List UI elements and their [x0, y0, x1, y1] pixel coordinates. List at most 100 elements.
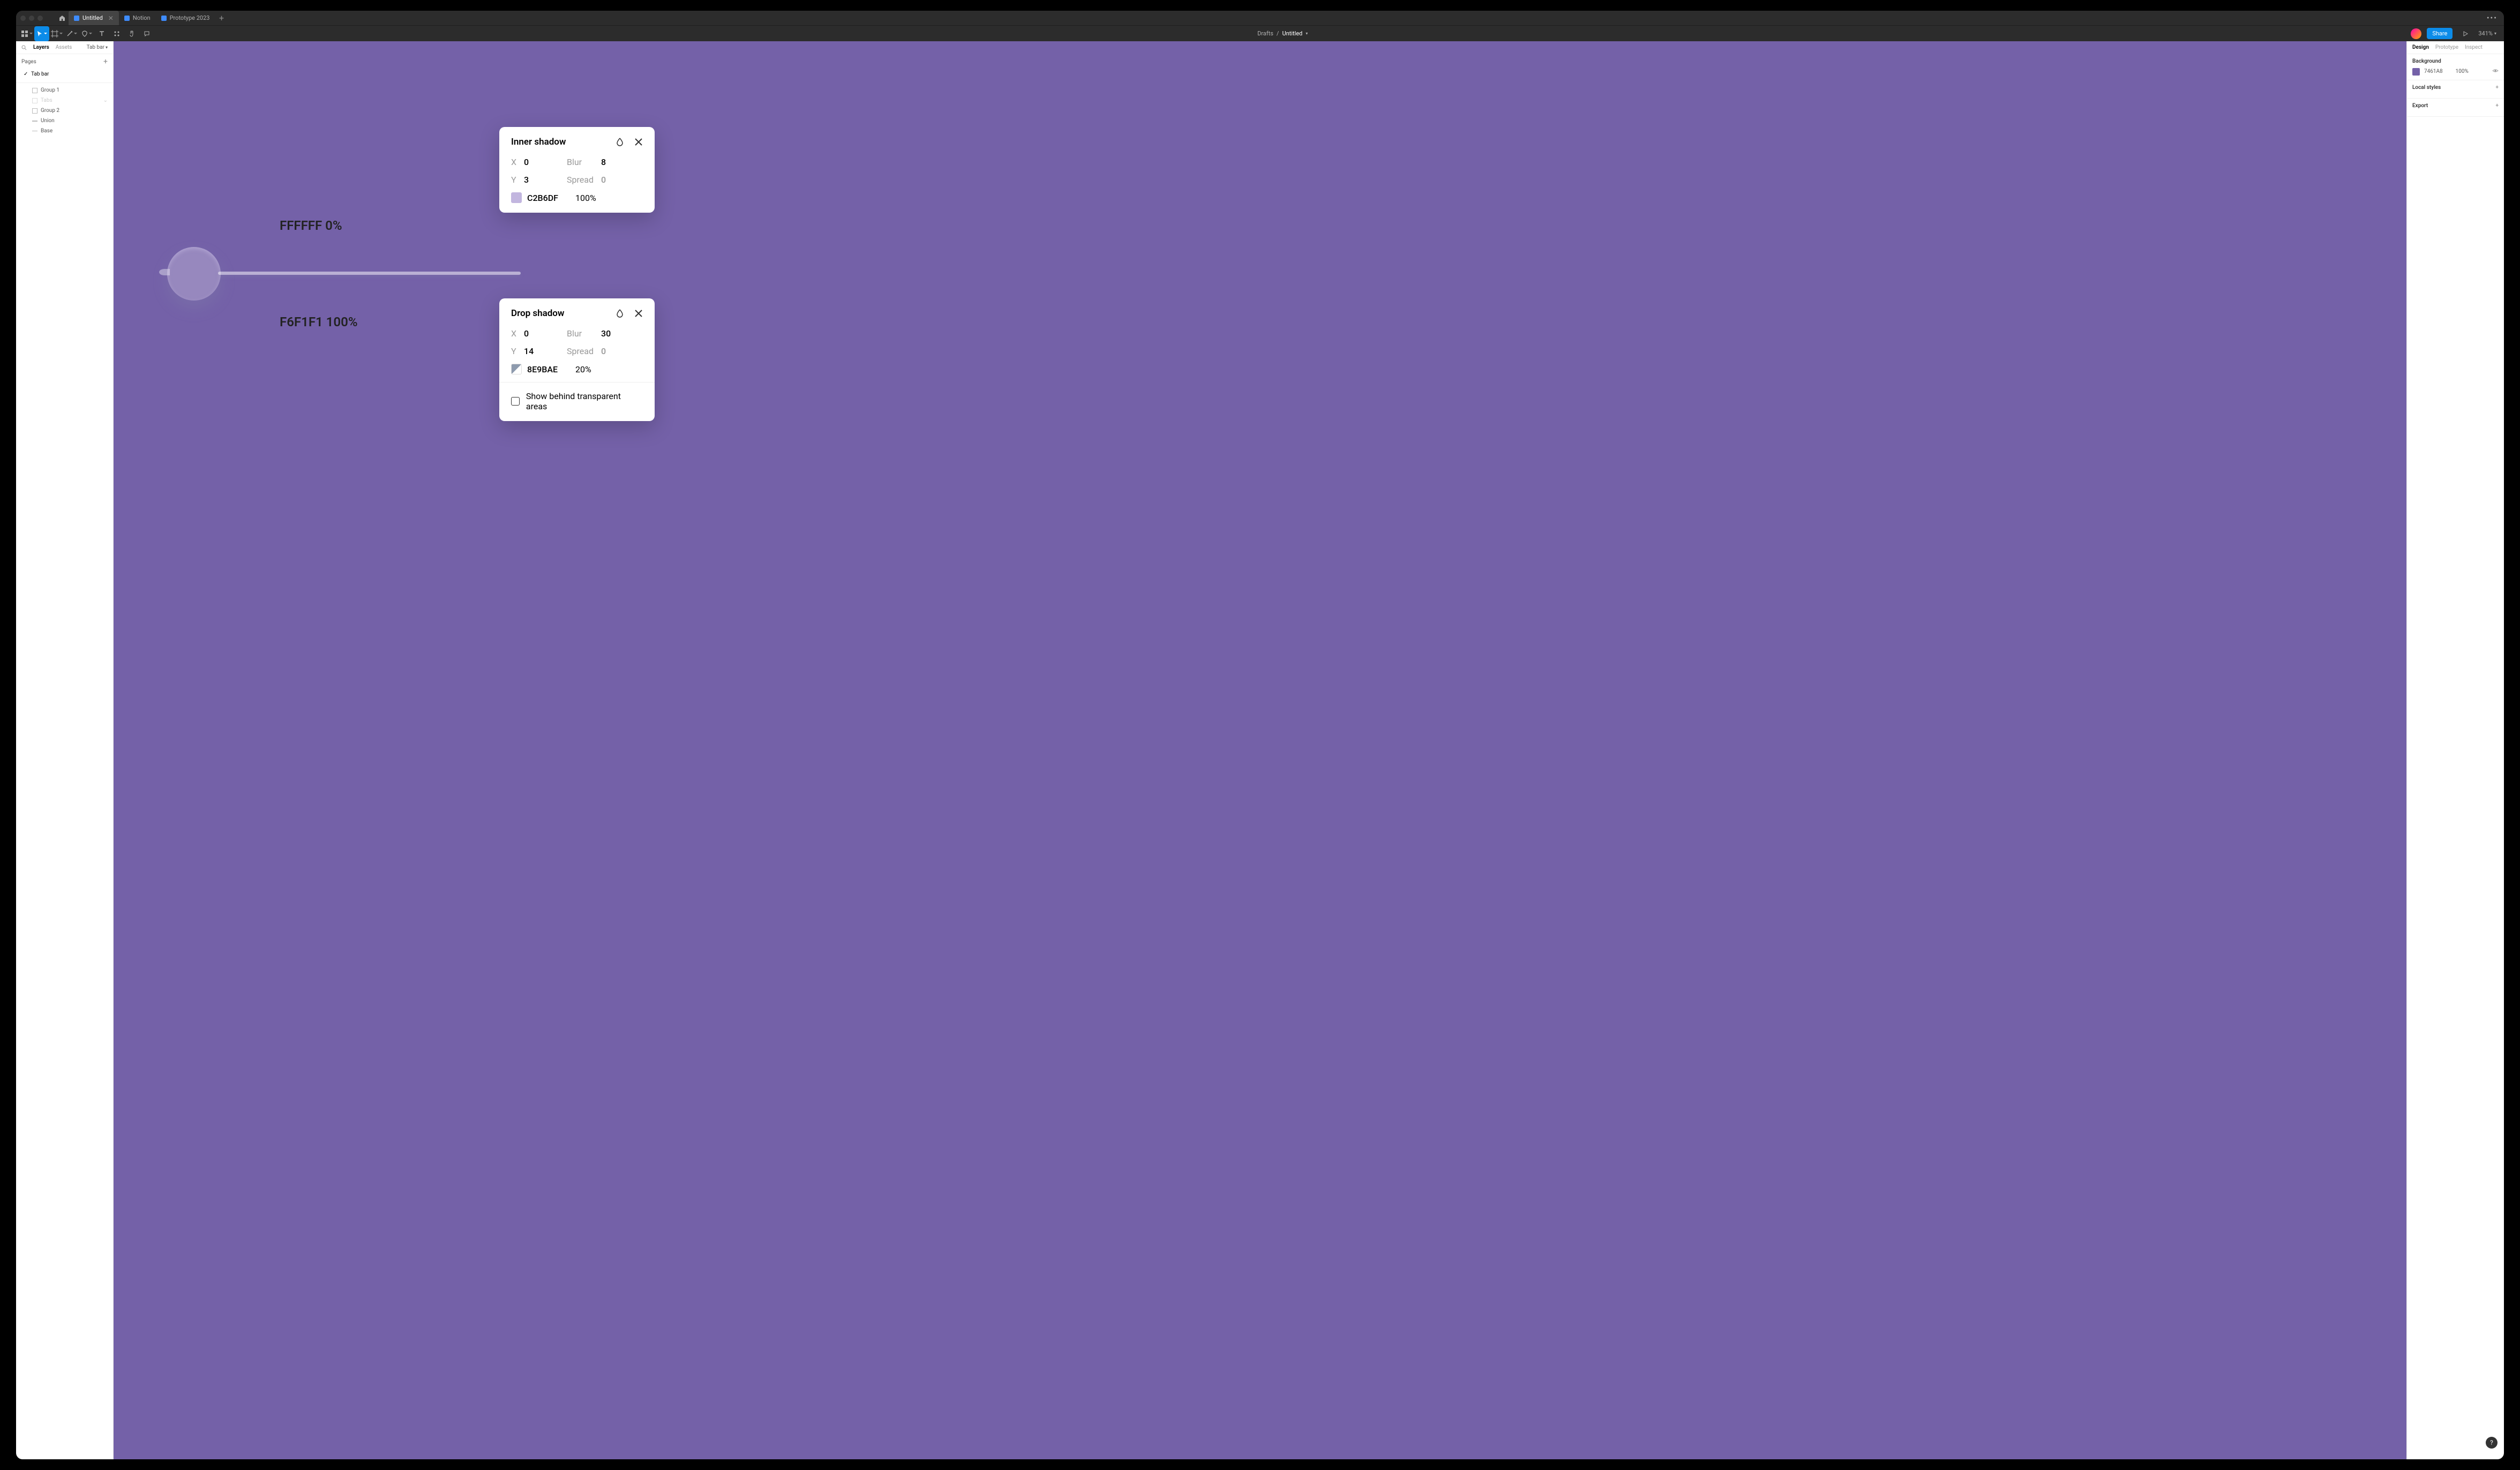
drop-shadow-panel: Drop shadow X 0 Blur 30 Y 14 Spread	[499, 298, 655, 421]
canvas-shape[interactable]	[146, 239, 515, 293]
opacity-input[interactable]: 20%	[575, 364, 591, 374]
line-icon	[32, 129, 38, 134]
add-page-button[interactable]: +	[103, 57, 108, 66]
close-icon[interactable]	[634, 138, 643, 146]
x-label: X	[511, 157, 524, 167]
opacity-input[interactable]: 100%	[575, 193, 596, 203]
add-export-button[interactable]: +	[2496, 103, 2499, 109]
search-icon[interactable]	[21, 45, 27, 50]
show-behind-checkbox[interactable]	[511, 397, 520, 406]
spread-input[interactable]: 0	[601, 175, 606, 185]
chevron-down-icon[interactable]: ▾	[1306, 31, 1308, 36]
x-input[interactable]: 0	[524, 157, 567, 167]
add-style-button[interactable]: +	[2496, 85, 2499, 91]
y-input[interactable]: 3	[524, 175, 567, 185]
page-item[interactable]: ✓ Tab bar	[16, 69, 113, 79]
canvas-fill-label-top: FFFFFF 0%	[280, 218, 342, 233]
maximize-light[interactable]	[38, 16, 43, 21]
color-input[interactable]: C2B6DF	[527, 193, 575, 203]
blend-icon[interactable]	[615, 137, 625, 147]
more-menu-icon[interactable]: •••	[2487, 14, 2498, 22]
pen-tool[interactable]	[64, 26, 79, 41]
x-label: X	[511, 328, 524, 339]
present-button[interactable]	[2458, 26, 2473, 41]
checkbox-label: Show behind transparent areas	[526, 391, 643, 411]
canvas[interactable]: FFFFFF 0% F6F1F1 100% Inner shadow X	[114, 41, 2406, 1459]
section-title: Export	[2412, 103, 2428, 109]
layer-item[interactable]: Tabs ⌄	[16, 95, 113, 106]
layer-item[interactable]: Group 2	[16, 106, 113, 116]
shape-tool[interactable]	[79, 26, 94, 41]
layer-item[interactable]: Union	[16, 116, 113, 126]
color-swatch[interactable]	[511, 192, 522, 203]
help-button[interactable]: ?	[2486, 1437, 2498, 1449]
union-icon	[32, 118, 38, 124]
file-icon	[124, 16, 130, 21]
close-icon[interactable]	[634, 309, 643, 318]
bg-swatch[interactable]	[2412, 68, 2420, 76]
y-input[interactable]: 14	[524, 346, 567, 356]
main-menu-button[interactable]	[19, 26, 34, 41]
spread-input[interactable]: 0	[601, 346, 606, 356]
blur-label: Blur	[567, 328, 601, 339]
breadcrumb-folder[interactable]: Drafts	[1257, 30, 1273, 37]
color-input[interactable]: 8E9BAE	[527, 364, 575, 374]
close-light[interactable]	[20, 16, 26, 21]
layer-item[interactable]: Base	[16, 126, 113, 136]
minimize-light[interactable]	[29, 16, 34, 21]
bg-opacity-input[interactable]: 100%	[2456, 69, 2469, 74]
section-title: Background	[2412, 58, 2441, 64]
move-tool[interactable]	[34, 26, 49, 41]
y-label: Y	[511, 175, 524, 185]
tab-notion[interactable]: Notion	[119, 11, 156, 25]
assets-tab[interactable]: Assets	[56, 44, 72, 50]
design-tab[interactable]: Design	[2412, 44, 2429, 50]
text-tool[interactable]	[94, 26, 109, 41]
hidden-icon[interactable]: ⌄	[103, 98, 108, 103]
breadcrumb-file[interactable]: Untitled	[1282, 30, 1302, 37]
zoom-control[interactable]: 341% ▾	[2478, 30, 2496, 37]
hand-tool[interactable]	[124, 26, 139, 41]
share-button[interactable]: Share	[2427, 28, 2452, 39]
resources-tool[interactable]	[109, 26, 124, 41]
blur-input[interactable]: 8	[601, 157, 606, 167]
add-tab-button[interactable]: +	[215, 12, 228, 25]
check-icon: ✓	[24, 71, 28, 77]
app-window: Untitled ✕ Notion Prototype 2023 + •••	[16, 11, 2504, 1459]
avatar[interactable]	[2411, 28, 2421, 39]
group-icon	[32, 108, 38, 114]
layers-tab[interactable]: Layers	[33, 44, 49, 50]
inner-shadow-panel: Inner shadow X 0 Blur 8 Y 3 Spread 0	[499, 127, 655, 213]
group-icon	[32, 88, 38, 93]
color-swatch[interactable]	[511, 364, 522, 374]
left-panel: Layers Assets Tab bar ▾ Pages + ✓ Tab ba…	[16, 41, 114, 1459]
layer-item[interactable]: Group 1	[16, 85, 113, 95]
panel-title: Drop shadow	[511, 308, 564, 319]
visibility-icon[interactable]	[2492, 68, 2499, 76]
blend-icon[interactable]	[615, 309, 625, 318]
tab-close-icon[interactable]: ✕	[108, 14, 114, 22]
inspect-tab[interactable]: Inspect	[2465, 44, 2482, 50]
tab-untitled[interactable]: Untitled ✕	[69, 11, 119, 25]
tab-label: Notion	[133, 14, 151, 21]
title-bar: Untitled ✕ Notion Prototype 2023 + •••	[16, 11, 2504, 25]
blur-label: Blur	[567, 157, 601, 167]
comment-tool[interactable]	[139, 26, 154, 41]
tab-label: Untitled	[82, 14, 103, 21]
x-input[interactable]: 0	[524, 328, 567, 339]
home-button[interactable]	[56, 12, 69, 25]
blur-input[interactable]: 30	[601, 328, 611, 339]
tab-label: Prototype 2023	[170, 14, 210, 21]
traffic-lights	[20, 16, 43, 21]
section-title: Local styles	[2412, 85, 2441, 91]
canvas-fill-label-bottom: F6F1F1 100%	[280, 314, 358, 329]
prototype-tab[interactable]: Prototype	[2435, 44, 2458, 50]
spread-label: Spread	[567, 346, 601, 356]
frame-tool[interactable]	[49, 26, 64, 41]
bg-color-input[interactable]: 7461A8	[2424, 69, 2443, 74]
file-icon	[161, 16, 167, 21]
tab-prototype[interactable]: Prototype 2023	[156, 11, 215, 25]
file-icon	[74, 16, 79, 21]
page-selector[interactable]: Tab bar ▾	[87, 44, 108, 50]
breadcrumb: Drafts / Untitled ▾	[154, 30, 2411, 37]
